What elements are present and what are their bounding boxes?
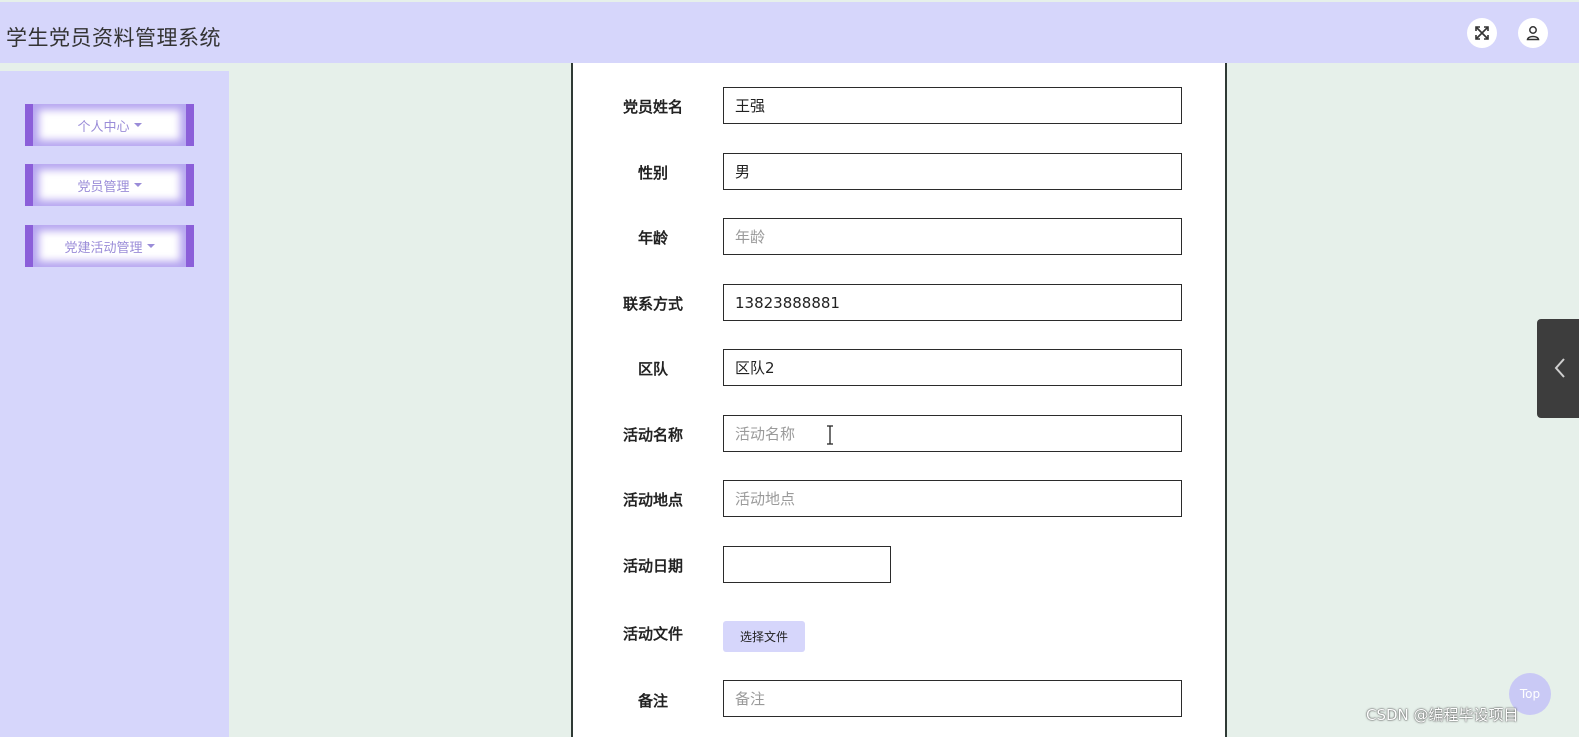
remark-input[interactable]: [723, 680, 1182, 717]
drawer-toggle-button[interactable]: [1537, 319, 1579, 418]
sidebar: 个人中心 党员管理 党建活动管理: [0, 71, 229, 737]
fullscreen-button[interactable]: [1467, 18, 1497, 48]
caret-down-icon: [133, 123, 142, 127]
user-icon: [1526, 26, 1540, 41]
watermark-text: CSDN @编程毕设项目: [1366, 706, 1519, 724]
activity-file-label: 活动文件: [622, 625, 683, 643]
activity-name-input[interactable]: [723, 415, 1182, 452]
activity-date-input[interactable]: [723, 546, 891, 583]
user-button[interactable]: [1518, 18, 1548, 48]
party-member-name-input[interactable]: [723, 87, 1182, 124]
text-cursor-icon: [827, 425, 833, 445]
sidebar-item-personal-center[interactable]: 个人中心: [25, 104, 194, 146]
age-label: 年龄: [637, 229, 668, 247]
team-label: 区队: [637, 360, 668, 378]
sidebar-item-label: 党建活动管理: [64, 240, 143, 256]
sidebar-item-member-management[interactable]: 党员管理: [25, 164, 194, 206]
sidebar-item-label: 党员管理: [77, 179, 130, 195]
caret-down-icon: [146, 244, 155, 248]
contact-label: 联系方式: [622, 295, 683, 313]
age-input[interactable]: [723, 218, 1182, 255]
chevron-left-icon: [1554, 358, 1565, 378]
activity-location-label: 活动地点: [622, 491, 683, 509]
choose-file-button[interactable]: 选择文件: [723, 621, 805, 652]
party-member-name-label: 党员姓名: [622, 98, 683, 116]
remark-label: 备注: [637, 692, 668, 710]
caret-down-icon: [133, 183, 142, 187]
fullscreen-icon: [1475, 26, 1489, 40]
activity-location-input[interactable]: [723, 480, 1182, 517]
gender-input[interactable]: [723, 153, 1182, 190]
sidebar-item-activity-management[interactable]: 党建活动管理: [25, 225, 194, 267]
form-panel: 党员姓名 性别 年龄 联系方式 区队 活动名称 活动地点 活动日期 活动文件 选…: [571, 63, 1227, 737]
activity-name-label: 活动名称: [622, 426, 683, 444]
contact-input[interactable]: [723, 284, 1182, 321]
activity-date-label: 活动日期: [622, 557, 683, 575]
team-input[interactable]: [723, 349, 1182, 386]
sidebar-item-label: 个人中心: [77, 119, 130, 135]
top-header: 学生党员资料管理系统: [0, 2, 1579, 63]
gender-label: 性别: [637, 164, 668, 182]
app-title: 学生党员资料管理系统: [6, 26, 221, 50]
